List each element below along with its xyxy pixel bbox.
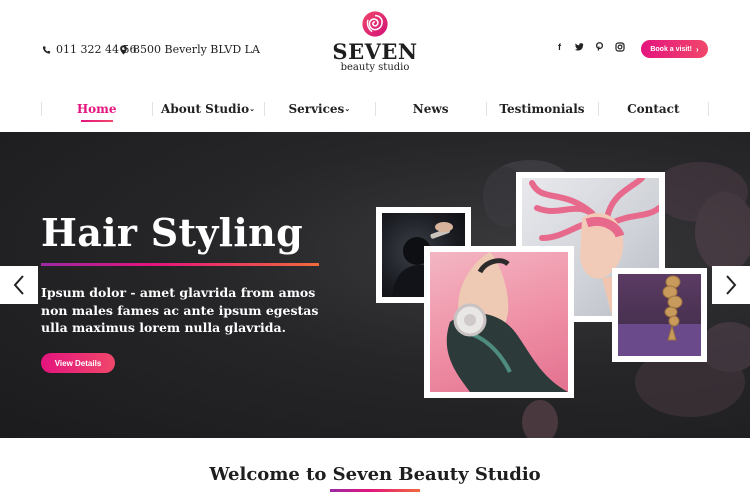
chevron-right-icon: › xyxy=(695,44,699,54)
rose-logo-icon xyxy=(362,11,388,37)
instagram-icon[interactable] xyxy=(615,42,625,53)
main-nav: Home About Studio⌄ Services⌄ News Testim… xyxy=(41,100,710,122)
twitter-icon[interactable] xyxy=(574,42,584,53)
address-text: 8500 Beverly BLVD LA xyxy=(133,43,260,56)
nav-item-testimonials[interactable]: Testimonials xyxy=(486,100,597,120)
nav-item-news[interactable]: News xyxy=(374,100,486,120)
brand-logo[interactable]: SEVEN beauty studio xyxy=(330,10,420,73)
facebook-icon[interactable]: f xyxy=(555,42,564,53)
hero-slider: Hair Styling Ipsum dolor - amet glavrida… xyxy=(0,132,750,438)
book-visit-label: Book a visit! xyxy=(650,45,692,53)
nav-item-about-studio[interactable]: About Studio⌄ xyxy=(152,100,263,120)
logo-brand: SEVEN xyxy=(332,39,418,64)
welcome-underline xyxy=(330,489,420,492)
view-details-button[interactable]: View Details xyxy=(41,353,115,373)
nav-item-label: Testimonials xyxy=(499,102,585,116)
logo-tagline: beauty studio xyxy=(340,62,410,73)
nav-item-label: Contact xyxy=(627,102,680,116)
active-indicator xyxy=(80,120,113,122)
hero-description: Ipsum dolor - amet glavrida from amos no… xyxy=(41,285,319,335)
pinterest-icon[interactable] xyxy=(595,42,604,53)
nav-item-label: Services xyxy=(288,102,345,116)
map-pin-icon xyxy=(120,44,127,55)
chevron-down-icon: ⌄ xyxy=(344,104,351,113)
photo-braid xyxy=(612,268,707,362)
nav-item-contact[interactable]: Contact xyxy=(597,100,710,120)
social-links: f xyxy=(555,42,625,53)
site-header: 011 322 44 56 8500 Beverly BLVD LA SEVEN… xyxy=(0,0,750,92)
address-contact[interactable]: 8500 Beverly BLVD LA xyxy=(119,43,260,56)
nav-item-services[interactable]: Services⌄ xyxy=(263,100,375,120)
hero-title-underline xyxy=(41,263,319,266)
chevron-left-icon xyxy=(13,275,24,295)
slider-next-button[interactable] xyxy=(712,266,750,304)
nav-item-label: About Studio xyxy=(161,102,250,116)
slider-prev-button[interactable] xyxy=(0,266,38,304)
phone-icon xyxy=(42,45,51,54)
book-visit-button[interactable]: Book a visit! › xyxy=(641,40,708,58)
hero-title: Hair Styling xyxy=(41,210,303,255)
chevron-right-icon xyxy=(726,275,737,295)
chevron-down-icon: ⌄ xyxy=(249,104,255,113)
welcome-heading: Welcome to Seven Beauty Studio xyxy=(209,464,541,485)
photo-headphones-woman xyxy=(424,246,574,398)
nav-item-label: Home xyxy=(76,102,117,116)
nav-item-label: News xyxy=(412,102,449,116)
nav-item-home[interactable]: Home xyxy=(41,100,152,122)
